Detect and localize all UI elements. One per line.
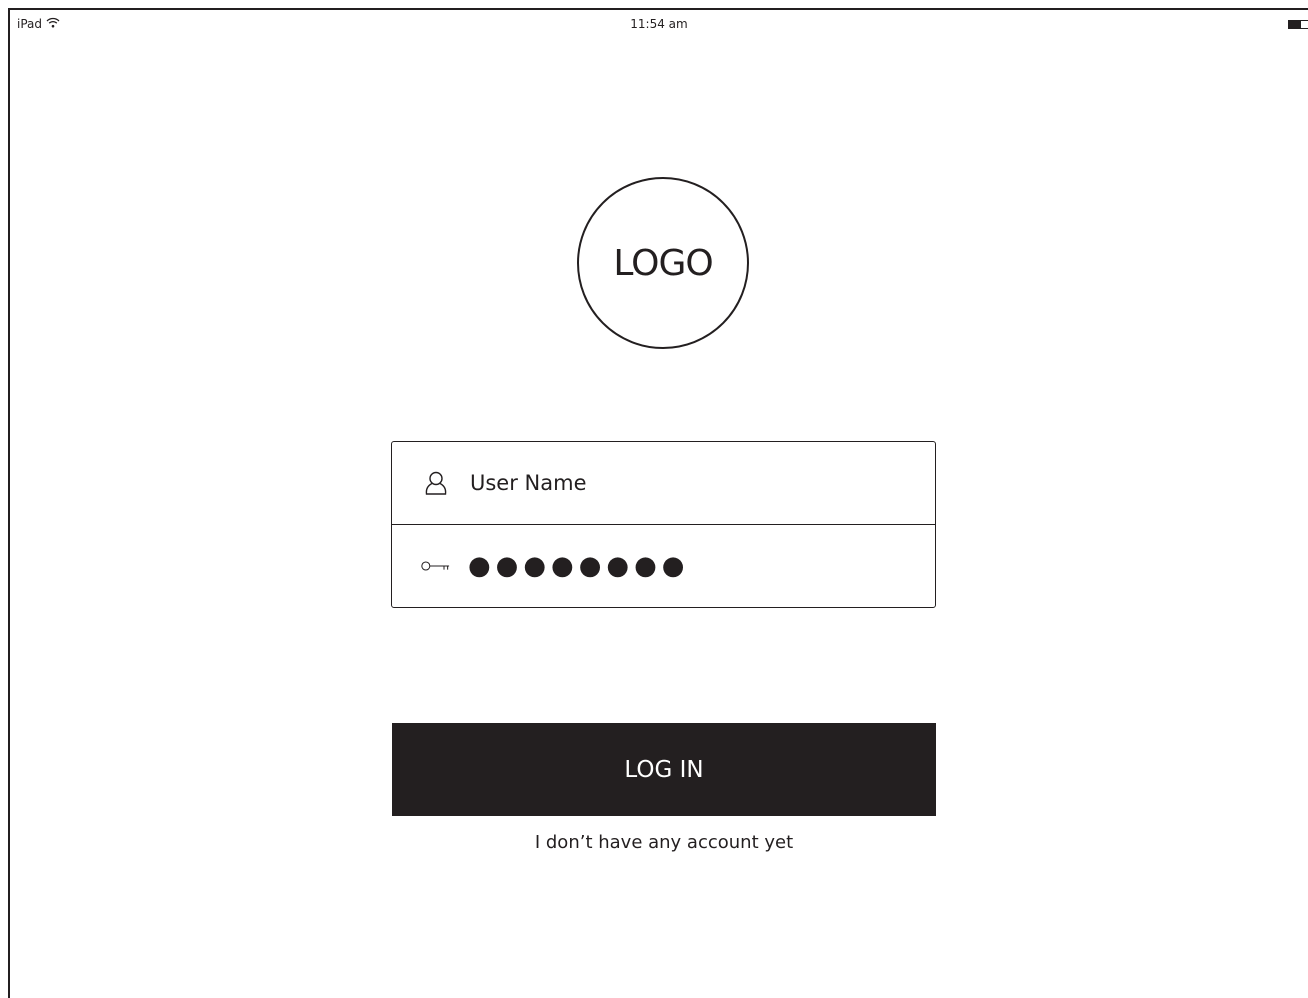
battery-icon	[1288, 20, 1308, 29]
username-input[interactable]	[470, 471, 870, 495]
login-button[interactable]: LOG IN	[392, 723, 936, 816]
password-field[interactable]: ●●●●●●●●	[392, 525, 935, 607]
username-field[interactable]	[392, 442, 935, 525]
user-icon	[420, 467, 452, 499]
key-icon	[420, 550, 452, 582]
status-bar: iPad 11:54 am	[10, 10, 1308, 36]
password-input[interactable]: ●●●●●●●●	[468, 551, 690, 581]
login-form: ●●●●●●●●	[391, 441, 936, 608]
logo: LOGO	[577, 177, 749, 349]
device-frame: iPad 11:54 am LOGO User Name ●●●●●●●● LO…	[8, 8, 1308, 998]
battery-level	[1289, 21, 1301, 28]
signup-link[interactable]: I don’t have any account yet	[392, 832, 936, 853]
logo-text: LOGO	[613, 242, 713, 284]
status-time: 11:54 am	[630, 17, 688, 31]
